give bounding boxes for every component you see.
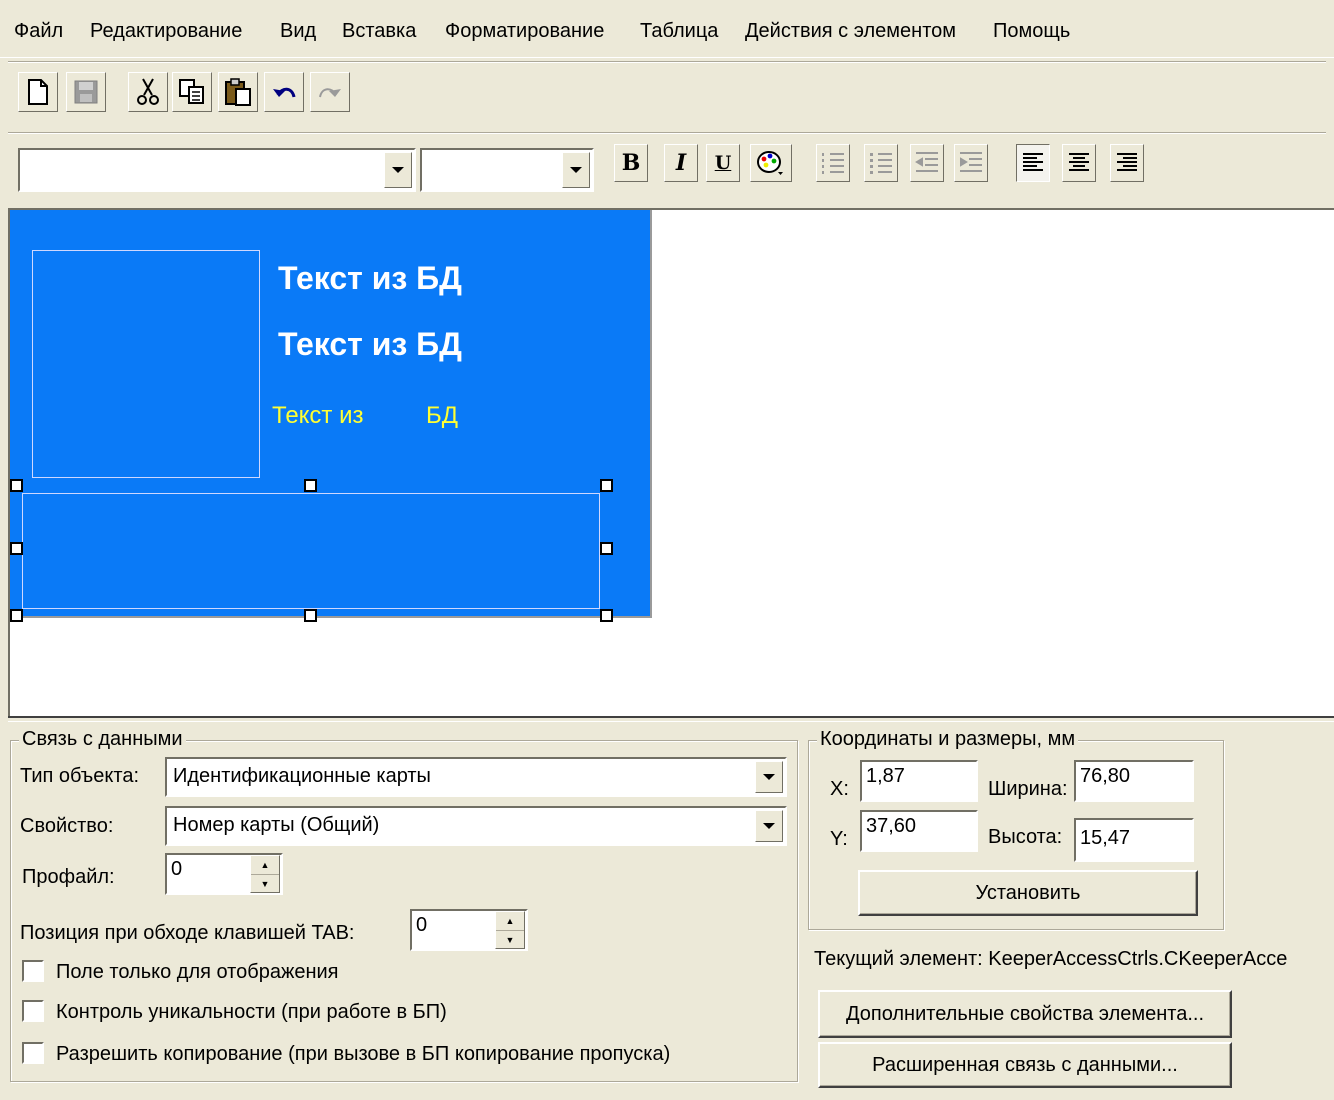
font-size-combo[interactable] (420, 148, 594, 192)
x-input[interactable]: 1,87 (860, 760, 978, 802)
align-right-icon (1117, 153, 1137, 171)
chevron-down-icon (763, 774, 775, 780)
property-label: Свойство: (20, 815, 114, 837)
font-name-combo[interactable] (18, 148, 416, 192)
menu-view[interactable]: Вид (280, 20, 316, 43)
paste-icon[interactable] (218, 72, 258, 112)
object-type-value: Идентификационные карты (173, 765, 431, 787)
increase-indent-button[interactable] (954, 144, 988, 182)
card-text-field-2[interactable]: Текст из БД (278, 326, 462, 363)
display-only-checkbox[interactable] (22, 960, 44, 982)
menu-file[interactable]: Файл (14, 20, 63, 43)
bold-button[interactable]: B (614, 144, 648, 182)
color-button[interactable] (750, 144, 792, 182)
y-label: Y: (830, 828, 848, 850)
menu-edit[interactable]: Редактирование (90, 20, 242, 43)
height-label: Высота: (988, 826, 1063, 848)
format-toolbar-separator (8, 132, 1326, 134)
align-left-icon (1023, 153, 1043, 171)
numbered-list-icon (822, 153, 844, 174)
selected-element[interactable] (22, 493, 600, 609)
photo-placeholder[interactable] (32, 250, 260, 478)
spin-down-icon[interactable]: ▼ (496, 930, 524, 948)
bullet-list-button[interactable] (864, 144, 898, 182)
resize-handle-bottom-left[interactable] (10, 609, 23, 622)
data-link-group-title: Связь с данными (19, 728, 186, 751)
italic-button[interactable]: I (664, 144, 698, 182)
spin-up-icon[interactable]: ▲ (496, 912, 524, 930)
set-coordinates-button[interactable]: Установить (858, 870, 1198, 916)
spin-down-icon[interactable]: ▼ (251, 874, 279, 892)
card-text-field-1[interactable]: Текст из БД (278, 260, 462, 297)
resize-handle-top-left[interactable] (10, 479, 23, 492)
align-center-icon (1069, 153, 1089, 171)
redo-icon[interactable] (310, 72, 350, 112)
indent-icon (960, 152, 982, 172)
toolbar-separator (8, 61, 1326, 63)
tab-position-label: Позиция при обходе клавишей TAB: (20, 922, 355, 944)
menu-insert[interactable]: Вставка (342, 20, 416, 43)
resize-handle-bottom[interactable] (304, 609, 317, 622)
uniqueness-checkbox[interactable] (22, 1000, 44, 1022)
font-size-dropdown-button[interactable] (562, 152, 590, 188)
bold-icon: B (621, 150, 641, 176)
property-value: Номер карты (Общий) (173, 814, 380, 836)
object-type-select[interactable]: Идентификационные карты (165, 757, 787, 797)
outdent-icon (915, 152, 938, 172)
allow-copy-checkbox[interactable] (22, 1042, 44, 1064)
spin-up-icon[interactable]: ▲ (251, 856, 279, 874)
card-text-field-3-part2[interactable]: БД (426, 402, 458, 430)
undo-icon[interactable] (264, 72, 304, 112)
chevron-down-icon (570, 167, 582, 173)
menu-format[interactable]: Форматирование (445, 20, 604, 43)
allow-copy-label: Разрешить копирование (при вызове в БП к… (56, 1043, 671, 1065)
decrease-indent-button[interactable] (910, 144, 944, 182)
advanced-data-link-button[interactable]: Расширенная связь с данными... (818, 1042, 1232, 1088)
uniqueness-label: Контроль уникальности (при работе в БП) (56, 1001, 447, 1023)
bullet-list-icon (870, 153, 892, 174)
object-type-label: Тип объекта: (20, 765, 140, 787)
font-name-dropdown-button[interactable] (384, 152, 412, 188)
new-file-icon[interactable] (18, 72, 58, 112)
resize-handle-bottom-right[interactable] (600, 609, 613, 622)
align-right-button[interactable] (1110, 144, 1144, 182)
resize-handle-top[interactable] (304, 479, 317, 492)
save-icon[interactable] (66, 72, 106, 112)
width-input[interactable]: 76,80 (1074, 760, 1194, 802)
resize-handle-left[interactable] (10, 542, 23, 555)
resize-handle-top-right[interactable] (600, 479, 613, 492)
property-dropdown-button[interactable] (755, 810, 783, 842)
extra-properties-button[interactable]: Дополнительные свойства элемента... (818, 990, 1232, 1038)
align-center-button[interactable] (1062, 144, 1096, 182)
property-select[interactable]: Номер карты (Общий) (165, 806, 787, 846)
card-text-field-3-part1[interactable]: Текст из (272, 402, 364, 430)
panel-splitter[interactable] (8, 716, 1334, 722)
copy-icon[interactable] (172, 72, 212, 112)
height-input[interactable]: 15,47 (1074, 818, 1194, 862)
menu-table[interactable]: Таблица (640, 20, 718, 43)
menu-help[interactable]: Помощь (993, 20, 1070, 43)
align-left-button[interactable] (1016, 144, 1050, 182)
resize-handle-right[interactable] (600, 542, 613, 555)
chevron-down-icon (392, 167, 404, 173)
numbered-list-button[interactable] (816, 144, 850, 182)
profile-label: Профайл: (22, 866, 115, 888)
underline-button[interactable]: U (706, 144, 740, 182)
italic-icon: I (675, 150, 687, 176)
profile-spinner[interactable]: ▲ ▼ (250, 855, 280, 893)
menu-bar: Файл Редактирование Вид Вставка Форматир… (0, 0, 1334, 58)
cut-icon[interactable] (128, 72, 168, 112)
x-label: X: (830, 778, 849, 800)
chevron-down-icon (763, 823, 775, 829)
display-only-label: Поле только для отображения (56, 961, 339, 983)
width-label: Ширина: (988, 778, 1068, 800)
underline-icon: U (714, 152, 732, 174)
current-element-label: Текущий элемент: KeeperAccessCtrls.CKeep… (814, 948, 1288, 970)
object-type-dropdown-button[interactable] (755, 761, 783, 793)
menu-element-actions[interactable]: Действия с элементом (745, 20, 956, 43)
palette-icon (757, 151, 783, 175)
coordinates-group-title: Координаты и размеры, мм (817, 728, 1079, 751)
tab-position-spinner[interactable]: ▲ ▼ (495, 911, 525, 949)
y-input[interactable]: 37,60 (860, 810, 978, 852)
